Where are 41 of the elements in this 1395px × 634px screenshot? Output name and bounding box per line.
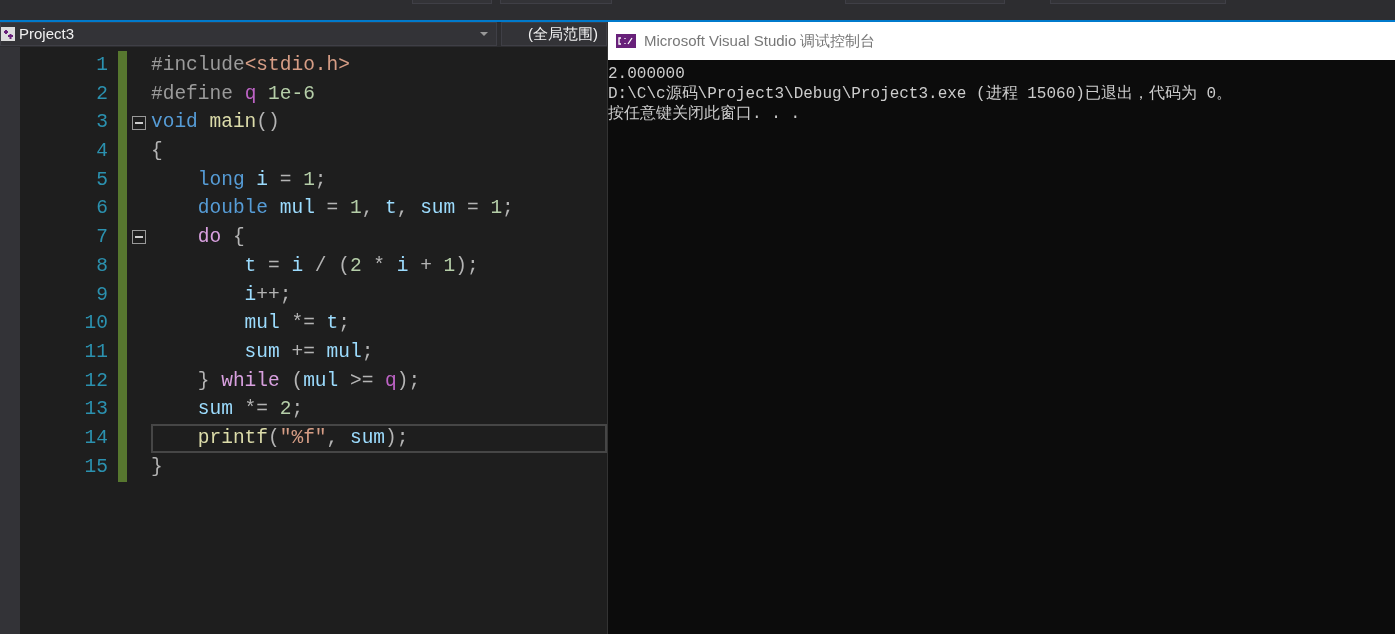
code-line: sum *= 2; — [196, 397, 305, 423]
line-number: 12 — [83, 368, 109, 394]
code-line: mul *= t; — [243, 311, 351, 337]
code-line: double mul = 1, t, sum = 1; — [196, 196, 515, 222]
code-line: printf("%f", sum); — [151, 423, 607, 453]
project-icon — [1, 27, 15, 41]
line-number: 14 — [83, 425, 109, 451]
code-line: #include<stdio.h> — [151, 53, 351, 78]
line-number: 1 — [95, 53, 109, 78]
line-number: 10 — [83, 311, 109, 337]
console-output-line: 2.000000 — [608, 64, 686, 84]
line-number: 6 — [95, 196, 109, 222]
line-number: 13 — [83, 397, 109, 423]
line-number: 7 — [95, 225, 109, 251]
code-line: do { — [196, 225, 246, 251]
line-number: 11 — [83, 339, 109, 365]
line-number: 15 — [83, 454, 109, 480]
window-title: Microsoft Visual Studio 调试控制台 — [644, 30, 876, 51]
code-line: } while (mul >= q); — [196, 368, 422, 394]
line-number: 2 — [95, 81, 109, 107]
collapse-icon[interactable] — [132, 115, 146, 130]
line-number: 4 — [95, 139, 109, 165]
code-line: sum += mul; — [243, 339, 375, 365]
code-line: #define q 1e-6 — [151, 81, 316, 107]
console-output-line: 按任意键关闭此窗口. . . — [608, 104, 801, 124]
project-dropdown[interactable]: Project3 — [0, 22, 497, 46]
code-line: { — [151, 139, 164, 165]
line-number: 5 — [95, 167, 109, 193]
caret-icon — [480, 32, 488, 36]
code-line: } — [151, 454, 164, 480]
code-line: i++; — [243, 282, 293, 308]
line-number: 3 — [95, 110, 109, 136]
code-line: void main() — [151, 110, 281, 136]
console-app-icon — [616, 34, 636, 48]
code-line: t = i / (2 * i + 1); — [243, 253, 480, 279]
line-number: 9 — [95, 282, 109, 308]
scope-dropdown[interactable]: (全局范围) — [501, 22, 607, 46]
console-output-line: D:\C\c源码\Project3\Debug\Project3.exe (进程 15060)已退出，代码为 0。 — [608, 84, 1234, 104]
line-number: 8 — [95, 253, 109, 279]
collapse-icon[interactable] — [132, 230, 146, 245]
code-line: long i = 1; — [196, 167, 328, 193]
